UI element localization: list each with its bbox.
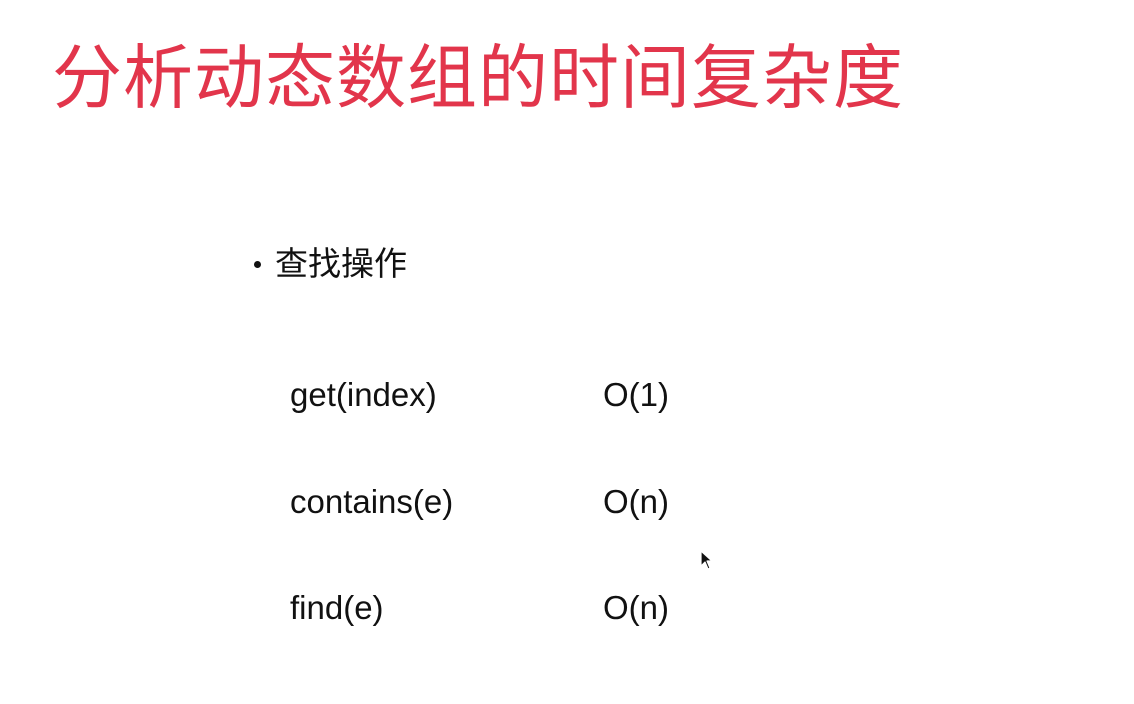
complexity-label: O(n) — [603, 483, 669, 520]
complexity-row-get: get(index) O(1) — [290, 371, 720, 419]
operation-label: contains(e) — [290, 483, 454, 520]
complexity-label: O(1) — [603, 376, 669, 413]
complexity-label: O(n) — [603, 589, 669, 626]
bullet-item: 查找操作 — [254, 240, 407, 288]
mouse-pointer-icon — [700, 550, 713, 570]
operation-label: get(index) — [290, 376, 437, 413]
bullet-dot — [254, 260, 261, 268]
slide: 分析动态数组的时间复杂度 查找操作 get(index) O(1) contai… — [0, 0, 1134, 704]
complexity-row-find: find(e) O(n) — [290, 584, 720, 632]
bullet-text: 查找操作 — [275, 244, 407, 283]
operation-label: find(e) — [290, 589, 384, 626]
slide-title: 分析动态数组的时间复杂度 — [52, 37, 904, 119]
complexity-row-contains: contains(e) O(n) — [290, 478, 720, 526]
